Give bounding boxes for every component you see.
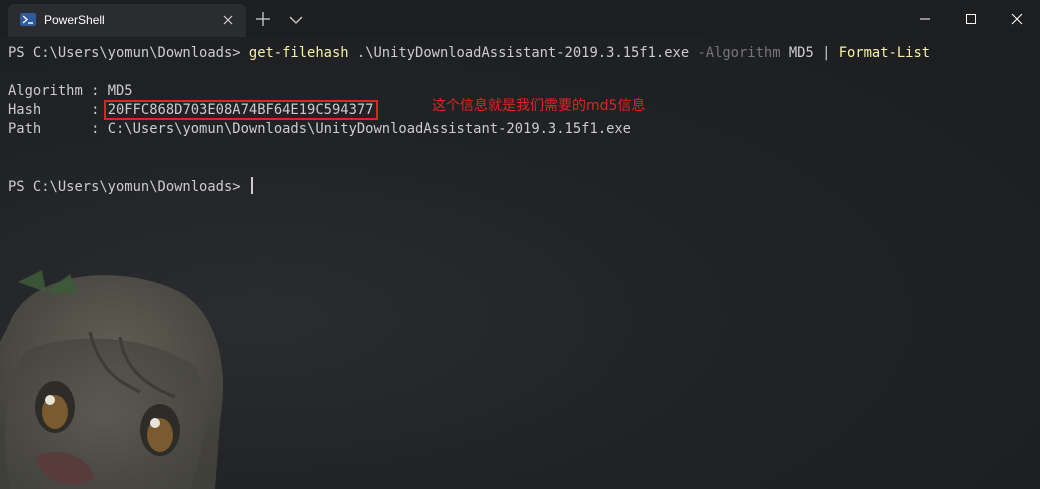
chevron-down-icon[interactable] xyxy=(289,13,303,25)
hash-label: Hash : xyxy=(8,102,108,118)
prompt: PS C:\Users\yomun\Downloads> xyxy=(8,45,249,61)
close-icon xyxy=(1011,13,1023,24)
command-name: get-filehash xyxy=(248,45,349,61)
tab-close-icon[interactable] xyxy=(220,12,236,28)
path-label: Path : xyxy=(8,121,108,137)
annotation-text: 这个信息就是我们需要的md5信息 xyxy=(432,98,646,114)
output-path: Path : C:\Users\yomun\Downloads\UnityDow… xyxy=(8,120,631,139)
pipeline-command: Format-List xyxy=(838,45,931,61)
new-tab-plus-icon[interactable] xyxy=(255,11,271,27)
maximize-button[interactable] xyxy=(948,0,994,37)
terminal-window: PowerShell PS C:\Users\yomun\Downloads> … xyxy=(0,0,1040,489)
text-cursor xyxy=(250,177,253,194)
path-value: C:\Users\yomun\Downloads\UnityDownloadAs… xyxy=(107,121,631,137)
output-algorithm: Algorithm : MD5 xyxy=(8,82,133,101)
tab-title: PowerShell xyxy=(44,13,105,27)
prompt-line[interactable]: PS C:\Users\yomun\Downloads> xyxy=(8,177,253,196)
command-argument: .\UnityDownloadAssistant-2019.3.15f1.exe xyxy=(348,45,698,61)
command-line: PS C:\Users\yomun\Downloads> get-filehas… xyxy=(8,44,930,63)
prompt: PS C:\Users\yomun\Downloads> xyxy=(8,179,249,195)
algorithm-label: Algorithm : xyxy=(8,83,108,99)
powershell-icon xyxy=(20,13,36,26)
output-hash: Hash : 20FFC868D703E08A74BF64E19C594377 xyxy=(8,100,378,120)
title-bar: PowerShell xyxy=(0,0,1040,37)
hash-value-highlight[interactable]: 20FFC868D703E08A74BF64E19C594377 xyxy=(103,100,378,120)
algorithm-value: MD5 xyxy=(107,83,133,99)
maximize-icon xyxy=(966,13,976,24)
tab-powershell[interactable]: PowerShell xyxy=(8,4,246,37)
minimize-button[interactable] xyxy=(902,0,948,37)
command-parameter: -Algorithm xyxy=(697,45,781,61)
close-button[interactable] xyxy=(994,0,1040,37)
minimize-icon xyxy=(920,18,930,19)
command-argument: MD5 | xyxy=(780,45,839,61)
